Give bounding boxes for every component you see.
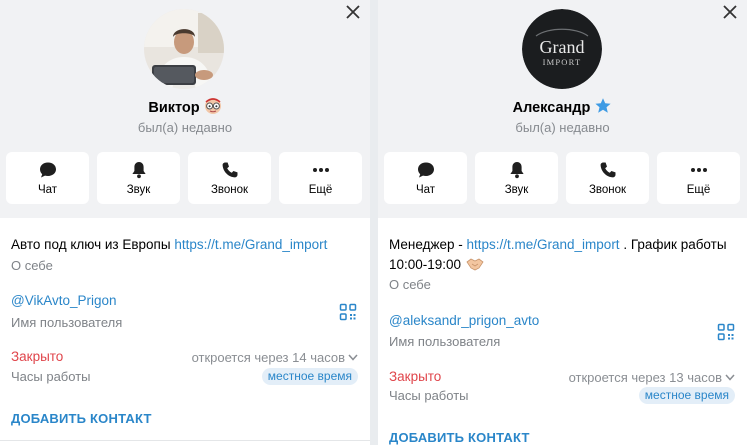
chat-button-label: Чат [37, 184, 58, 196]
opens-in-text: откроется через 14 часов [191, 350, 345, 365]
bio-text: Менеджер - https://t.me/Grand_import . Г… [389, 235, 727, 255]
username-label: Имя пользователя [11, 315, 123, 330]
bio-link[interactable]: https://t.me/Grand_import [467, 237, 620, 252]
username-label: Имя пользователя [389, 334, 501, 349]
chat-button[interactable]: Чат [6, 152, 89, 204]
hours-label: Часы работы [389, 388, 469, 403]
more-button[interactable]: Ещё [279, 152, 362, 204]
qr-code-icon[interactable] [339, 303, 357, 321]
call-button-label: Звонок [210, 184, 249, 196]
bell-icon [129, 160, 149, 180]
phone-icon [598, 160, 618, 180]
add-contact-button[interactable]: ДОБАВИТЬ КОНТАКТ [389, 430, 530, 445]
sound-button[interactable]: Звук [97, 152, 180, 204]
qr-code-icon[interactable] [717, 323, 735, 341]
bio-plain: Авто под ключ из Европы [11, 237, 175, 252]
chat-bubble-icon [38, 160, 58, 180]
premium-star-icon [594, 97, 612, 115]
panel-separator [370, 0, 378, 445]
call-button[interactable]: Звонок [566, 152, 649, 204]
phone-icon [220, 160, 240, 180]
sound-button[interactable]: Звук [475, 152, 558, 204]
right-profile-panel: Grand IMPORT Александр был(а) недавно Ча… [378, 0, 747, 445]
close-icon[interactable] [343, 2, 363, 22]
avatar-logo-subword: IMPORT [543, 57, 582, 67]
opens-in-dropdown[interactable]: откроется через 14 часов [192, 349, 358, 366]
bio-text: Авто под ключ из Европы https://t.me/Gra… [11, 235, 327, 255]
username-value[interactable]: @VikAvto_Prigon [11, 291, 117, 311]
bio-plain: Менеджер - [389, 237, 467, 252]
profile-header: Виктор был(а) недавно Чат Звук Звонок Ещ… [0, 0, 370, 218]
opens-in-text: откроется через 13 часов [568, 370, 722, 385]
more-dots-icon [311, 160, 331, 180]
profile-name-text: Александр [512, 100, 591, 116]
more-dots-icon [689, 160, 709, 180]
profile-name-text: Виктор [148, 100, 200, 116]
profile-name: Александр [378, 97, 747, 118]
local-time-toggle[interactable]: местное время [638, 387, 735, 404]
more-button-label: Ещё [308, 184, 333, 196]
handshake-emoji-icon [466, 256, 484, 272]
opens-in-dropdown[interactable]: откроется через 13 часов [569, 369, 735, 386]
local-time-toggle[interactable]: местное время [261, 368, 358, 385]
username-value[interactable]: @aleksandr_prigon_avto [389, 311, 539, 331]
more-button-label: Ещё [686, 184, 711, 196]
chevron-down-icon [348, 349, 358, 361]
chat-button-label: Чат [415, 184, 436, 196]
last-seen-status: был(а) недавно [515, 120, 610, 135]
left-profile-panel: Виктор был(а) недавно Чат Звук Звонок Ещ… [0, 0, 370, 445]
hours-label: Часы работы [11, 369, 91, 384]
bio-hours: 10:00-19:00 [389, 257, 462, 272]
avatar[interactable]: Grand IMPORT [522, 9, 602, 89]
close-icon[interactable] [720, 2, 740, 22]
bio-link[interactable]: https://t.me/Grand_import [174, 237, 327, 252]
bio-label: О себе [389, 277, 431, 292]
chat-bubble-icon [416, 160, 436, 180]
sound-button-label: Звук [126, 184, 151, 196]
bell-icon [507, 160, 527, 180]
avatar[interactable] [144, 9, 224, 89]
profile-header: Grand IMPORT Александр был(а) недавно Ча… [378, 0, 747, 218]
profile-name: Виктор [0, 97, 370, 118]
call-button-label: Звонок [588, 184, 627, 196]
divider [0, 440, 370, 441]
face-with-glasses-emoji-icon [204, 97, 222, 115]
last-seen-status: был(а) недавно [137, 120, 233, 135]
chevron-down-icon [725, 369, 735, 381]
sound-button-label: Звук [504, 184, 529, 196]
add-contact-button[interactable]: ДОБАВИТЬ КОНТАКТ [11, 411, 152, 427]
bio-text-line2: 10:00-19:00 [389, 255, 484, 275]
bio-plain-after: . График работы [619, 237, 727, 252]
avatar-logo-word: Grand [540, 37, 585, 57]
chat-button[interactable]: Чат [384, 152, 467, 204]
hours-closed-status: Закрыто [389, 369, 442, 384]
more-button[interactable]: Ещё [657, 152, 740, 204]
hours-closed-status: Закрыто [11, 349, 64, 364]
call-button[interactable]: Звонок [188, 152, 271, 204]
bio-label: О себе [11, 258, 53, 273]
